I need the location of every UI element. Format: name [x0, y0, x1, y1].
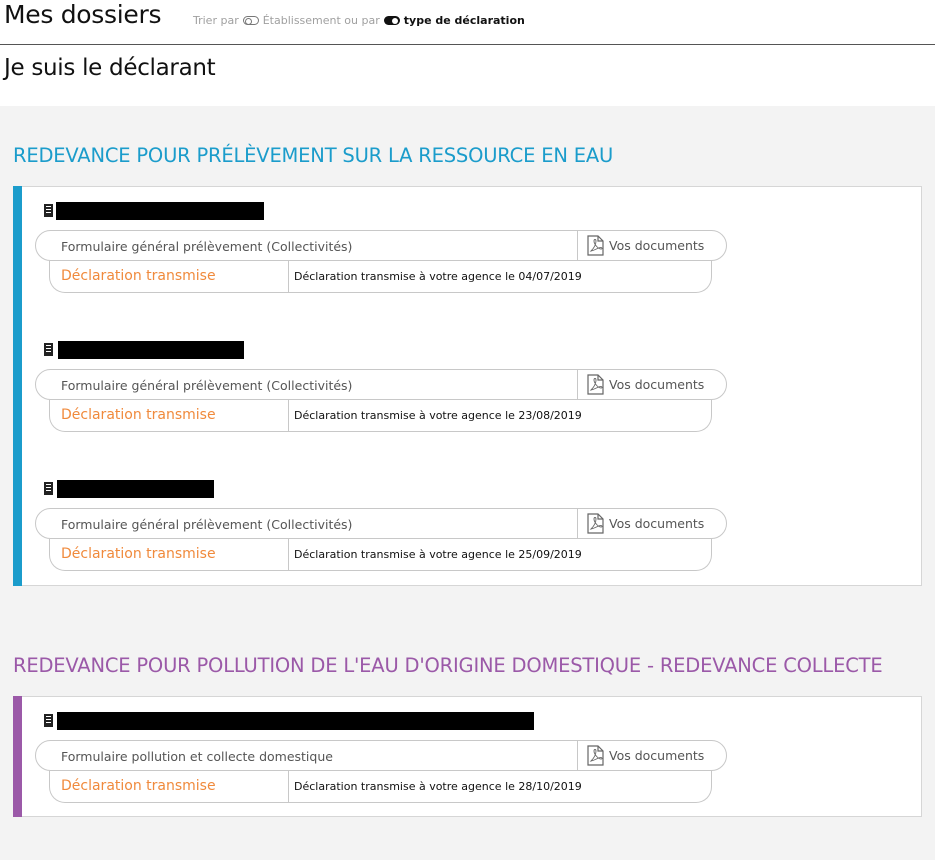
dossier-item: Formulaire général prélèvement (Collecti… [14, 199, 921, 319]
dossier-item: Formulaire général prélèvement (Collecti… [14, 338, 921, 458]
status-row: Déclaration transmise Déclaration transm… [49, 261, 712, 293]
redacted-establishment-name [56, 202, 264, 220]
sort-prefix-label: Trier par [193, 14, 239, 27]
status-detail: Déclaration transmise à votre agence le … [294, 780, 582, 793]
status-detail: Déclaration transmise à votre agence le … [294, 548, 582, 561]
status-label: Déclaration transmise [61, 546, 216, 562]
building-icon [44, 714, 53, 727]
pdf-document-icon [587, 745, 604, 766]
pdf-document-icon [587, 235, 604, 256]
section-card-pollution: Formulaire pollution et collecte domesti… [13, 696, 922, 817]
redacted-establishment-name [58, 341, 244, 359]
section-title-prelevement: REDEVANCE POUR PRÉLÈVEMENT SUR LA RESSOU… [13, 144, 614, 167]
redacted-establishment-name [57, 712, 534, 730]
form-row: Formulaire général prélèvement (Collecti… [35, 369, 727, 400]
section-card-prelevement: Formulaire général prélèvement (Collecti… [13, 186, 922, 586]
form-name: Formulaire général prélèvement (Collecti… [61, 517, 353, 532]
status-label: Déclaration transmise [61, 268, 216, 284]
page-header: Mes dossiers Trier par Établissement ou … [0, 0, 935, 45]
dossier-item: Formulaire général prélèvement (Collecti… [14, 477, 921, 597]
status-row: Déclaration transmise Déclaration transm… [49, 539, 712, 571]
form-name: Formulaire pollution et collecte domesti… [61, 749, 333, 764]
sort-declaration-type-toggle[interactable] [383, 16, 400, 25]
sort-establishment-label[interactable]: Établissement ou par [263, 14, 380, 27]
documents-link-label[interactable]: Vos documents [609, 516, 704, 531]
status-row: Déclaration transmise Déclaration transm… [49, 400, 712, 432]
documents-link-label[interactable]: Vos documents [609, 377, 704, 392]
sort-control: Trier par Établissement ou par type de d… [193, 14, 525, 27]
page-title: Mes dossiers [4, 0, 162, 29]
form-row: Formulaire général prélèvement (Collecti… [35, 508, 727, 539]
documents-link-label[interactable]: Vos documents [609, 748, 704, 763]
role-subtitle: Je suis le déclarant [4, 55, 216, 81]
status-row: Déclaration transmise Déclaration transm… [49, 771, 712, 803]
form-row: Formulaire général prélèvement (Collecti… [35, 230, 727, 261]
dossier-item: Formulaire pollution et collecte domesti… [14, 709, 921, 829]
status-detail: Déclaration transmise à votre agence le … [294, 270, 582, 283]
status-detail: Déclaration transmise à votre agence le … [294, 409, 582, 422]
building-icon [44, 204, 53, 217]
status-label: Déclaration transmise [61, 407, 216, 423]
documents-link[interactable]: Vos documents [587, 235, 704, 256]
redacted-establishment-name [57, 480, 214, 498]
documents-link[interactable]: Vos documents [587, 374, 704, 395]
documents-link-label[interactable]: Vos documents [609, 238, 704, 253]
documents-link[interactable]: Vos documents [587, 745, 704, 766]
form-name: Formulaire général prélèvement (Collecti… [61, 378, 353, 393]
pdf-document-icon [587, 513, 604, 534]
status-label: Déclaration transmise [61, 778, 216, 794]
building-icon [44, 482, 53, 495]
form-name: Formulaire général prélèvement (Collecti… [61, 239, 353, 254]
building-icon [44, 343, 53, 356]
pdf-document-icon [587, 374, 604, 395]
form-row: Formulaire pollution et collecte domesti… [35, 740, 727, 771]
section-title-pollution: REDEVANCE POUR POLLUTION DE L'EAU D'ORIG… [13, 654, 883, 677]
documents-link[interactable]: Vos documents [587, 513, 704, 534]
sort-establishment-toggle[interactable] [242, 16, 259, 25]
dossiers-panel: REDEVANCE POUR PRÉLÈVEMENT SUR LA RESSOU… [0, 106, 935, 860]
sort-declaration-type-label[interactable]: type de déclaration [404, 14, 525, 27]
